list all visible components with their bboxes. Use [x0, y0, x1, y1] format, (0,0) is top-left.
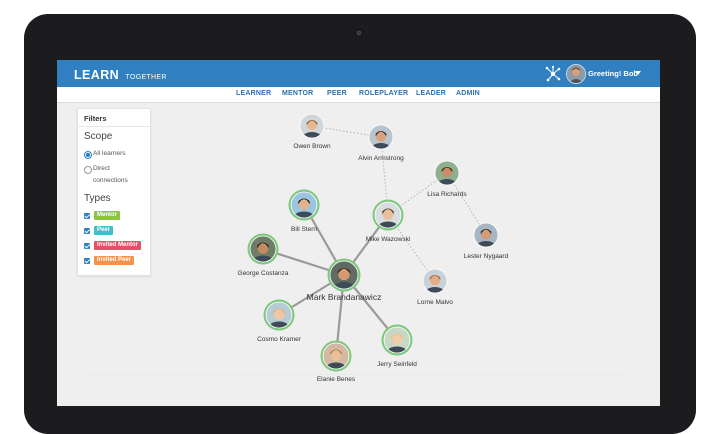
avatar	[323, 343, 349, 369]
avatar	[423, 269, 447, 293]
avatar	[300, 114, 324, 138]
person-node-george[interactable]	[247, 233, 279, 270]
person-name-label[interactable]: Mike Wazowski	[366, 236, 411, 243]
person-name-label[interactable]: Cosmo Kramer	[257, 336, 302, 343]
divider	[87, 374, 627, 375]
avatar	[375, 202, 401, 228]
person-name-label[interactable]: Jerry Seinfeld	[377, 361, 417, 368]
avatar	[250, 236, 276, 262]
person-node-bill[interactable]	[288, 189, 320, 226]
person-name-label[interactable]: Elanie Benes	[317, 376, 356, 383]
person-name-label[interactable]: Owen Brown	[293, 143, 331, 150]
person-name-label[interactable]: Bill Stern	[291, 226, 317, 233]
person-node-owen[interactable]	[299, 113, 325, 145]
person-name-label[interactable]: Lester Nygaard	[464, 253, 509, 260]
avatar	[435, 161, 459, 185]
person-node-elanie[interactable]	[320, 340, 352, 377]
avatar	[384, 327, 410, 353]
person-node-cosmo[interactable]	[263, 299, 295, 336]
person-name-label[interactable]: Lorne Malvo	[417, 299, 453, 306]
person-node-lorne[interactable]	[422, 268, 448, 300]
connection-graph: Owen Brown Alvin Armstrong Lisa Richards Bi…	[238, 113, 509, 383]
camera-icon	[355, 29, 363, 37]
person-name-label[interactable]: George Costanza	[238, 270, 289, 277]
person-name-label[interactable]: Mark Brandanawicz	[307, 292, 382, 302]
person-node-alvin[interactable]	[368, 124, 394, 156]
person-node-jerry[interactable]	[381, 324, 413, 361]
avatar	[266, 302, 292, 328]
person-name-label[interactable]: Alvin Armstrong	[358, 155, 404, 162]
person-node-lisa[interactable]	[434, 160, 460, 192]
avatar	[369, 125, 393, 149]
person-node-lester[interactable]	[473, 222, 499, 254]
avatar	[474, 223, 498, 247]
person-name-label[interactable]: Lisa Richards	[427, 191, 467, 198]
app-screen: LEARN TOGETHER Greeting! Bob LEARNER MEN…	[57, 60, 660, 406]
